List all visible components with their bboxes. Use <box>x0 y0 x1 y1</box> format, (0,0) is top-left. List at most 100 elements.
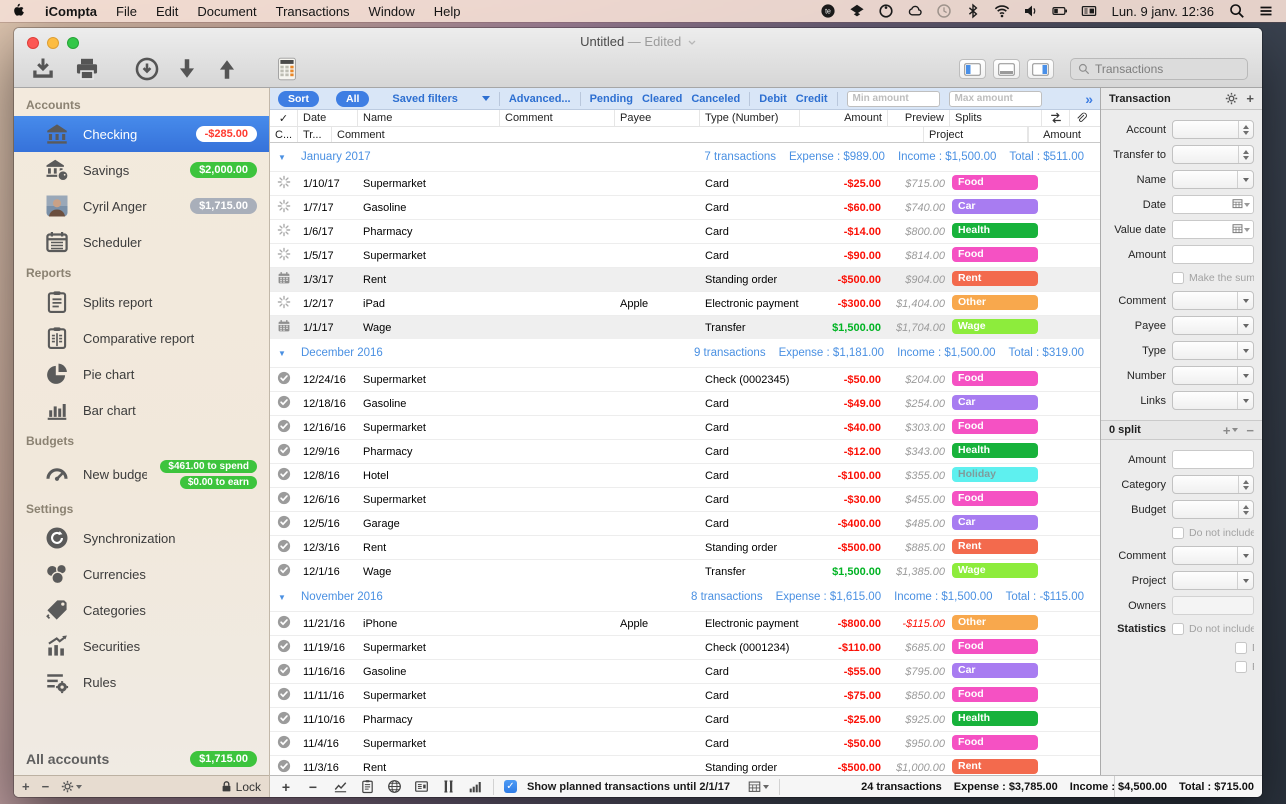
planned-date-picker[interactable] <box>748 780 769 793</box>
do-not-include-w-checkbox[interactable] <box>1235 642 1247 654</box>
month-header-january-2017[interactable]: ▼January 20177 transactionsExpense : $98… <box>270 143 1100 171</box>
print-button[interactable] <box>74 56 100 82</box>
bluetooth-icon[interactable] <box>965 3 981 19</box>
move-up-button[interactable] <box>214 56 240 82</box>
make-the-sum-of-checkbox[interactable] <box>1172 272 1184 284</box>
globe-button[interactable] <box>386 779 402 795</box>
transaction-row[interactable]: 11/10/16PharmacyCard-$25.00$925.00Health <box>270 707 1100 731</box>
notification-center-icon[interactable] <box>1258 3 1274 19</box>
transaction-row[interactable]: 1/2/17iPadAppleElectronic payment-$300.0… <box>270 291 1100 315</box>
add-account-button[interactable]: + <box>22 779 30 794</box>
menu-item-file[interactable]: File <box>116 4 137 19</box>
calculator-button[interactable] <box>274 56 300 82</box>
column-preview[interactable]: Preview <box>888 110 950 126</box>
number-combo[interactable] <box>1172 366 1254 385</box>
transaction-row[interactable]: 12/1/16WageTransfer$1,500.00$1,385.00Wag… <box>270 559 1100 583</box>
import-button[interactable] <box>30 56 56 82</box>
menu-item-document[interactable]: Document <box>197 4 256 19</box>
value-date-field[interactable] <box>1172 220 1254 239</box>
disclosure-triangle-icon[interactable]: ▼ <box>278 153 288 162</box>
show-planned-checkbox[interactable]: ✓ <box>504 780 517 793</box>
download-transactions-button[interactable] <box>134 56 160 82</box>
app-circle-icon[interactable] <box>878 3 894 19</box>
min-amount-input[interactable] <box>847 91 940 107</box>
saved-filters-dropdown[interactable]: Saved filters <box>392 93 489 105</box>
filter-canceled-button[interactable]: Canceled <box>691 93 740 105</box>
menu-item-window[interactable]: Window <box>369 4 415 19</box>
transaction-row[interactable]: 11/4/16SupermarketCard-$50.00$950.00Food <box>270 731 1100 755</box>
transaction-row[interactable]: 12/6/16SupermarketCard-$30.00$455.00Food <box>270 487 1100 511</box>
name-combo[interactable] <box>1172 170 1254 189</box>
transaction-row[interactable]: 12/18/16GasolineCard-$49.00$254.00Car <box>270 391 1100 415</box>
column-type[interactable]: Type (Number) <box>700 110 800 126</box>
column-checked[interactable]: ✓ <box>270 110 298 126</box>
remove-account-button[interactable]: − <box>42 779 50 794</box>
column-name[interactable]: Name <box>358 110 500 126</box>
column-payee[interactable]: Payee <box>615 110 700 126</box>
menu-app-name[interactable]: iCompta <box>45 4 97 19</box>
budget-select[interactable] <box>1172 500 1254 519</box>
owners-field[interactable] <box>1172 596 1254 615</box>
column-date[interactable]: Date <box>298 110 358 126</box>
payee-combo[interactable] <box>1172 316 1254 335</box>
comment-combo[interactable] <box>1172 291 1254 310</box>
add-split-button[interactable]: + <box>1223 423 1239 438</box>
column-amount[interactable]: Amount <box>800 110 888 126</box>
transaction-row[interactable]: 12/3/16RentStanding order-$500.00$885.00… <box>270 535 1100 559</box>
spotlight-icon[interactable] <box>1229 3 1245 19</box>
columns-button[interactable] <box>440 779 456 795</box>
transaction-row[interactable]: 11/11/16SupermarketCard-$75.00$850.00Foo… <box>270 683 1100 707</box>
menu-item-help[interactable]: Help <box>434 4 461 19</box>
transaction-row[interactable]: 12/5/16GarageCard-$400.00$485.00Car <box>270 511 1100 535</box>
dropbox-icon[interactable] <box>849 3 865 19</box>
report-button[interactable] <box>359 779 375 795</box>
keyboard-icon[interactable] <box>1081 3 1097 19</box>
toggle-bottom-bar-button[interactable] <box>993 59 1020 79</box>
sidebar-item-new-budget[interactable]: New budget$461.00 to spend$0.00 to earn <box>14 452 269 496</box>
title-chevron-icon[interactable] <box>688 34 696 42</box>
battery-icon[interactable] <box>1052 3 1068 19</box>
do-not-include-in-checkbox[interactable] <box>1172 527 1184 539</box>
column-comment-sub[interactable]: Comment <box>332 127 923 142</box>
type-combo[interactable] <box>1172 341 1254 360</box>
calendar-picker-icon[interactable] <box>1232 198 1243 212</box>
menu-item-edit[interactable]: Edit <box>156 4 178 19</box>
move-down-button[interactable] <box>174 56 200 82</box>
transaction-row[interactable]: 11/21/16iPhoneAppleElectronic payment-$8… <box>270 611 1100 635</box>
transaction-row[interactable]: 1/5/17SupermarketCard-$90.00$814.00Food <box>270 243 1100 267</box>
amount-field[interactable] <box>1172 245 1254 264</box>
transfer-icon[interactable] <box>1042 110 1070 126</box>
lock-button[interactable]: Lock <box>220 780 261 794</box>
category-select[interactable] <box>1172 475 1254 494</box>
sidebar-item-splits-report[interactable]: Splits report <box>14 284 269 320</box>
search-input[interactable] <box>1095 62 1215 76</box>
transaction-row[interactable]: 11/3/16RentStanding order-$500.00$1,000.… <box>270 755 1100 775</box>
menu-item-transactions[interactable]: Transactions <box>276 4 350 19</box>
transaction-row[interactable]: 11/16/16GasolineCard-$55.00$795.00Car <box>270 659 1100 683</box>
sidebar-item-bar-chart[interactable]: Bar chart <box>14 392 269 428</box>
ledger-button[interactable] <box>413 779 429 795</box>
transaction-row[interactable]: 1/3/17RentStanding order-$500.00$904.00R… <box>270 267 1100 291</box>
project-combo[interactable] <box>1172 571 1254 590</box>
advanced-filter-button[interactable]: Advanced... <box>509 93 571 105</box>
time-machine-icon[interactable] <box>936 3 952 19</box>
filter-cleared-button[interactable]: Cleared <box>642 93 682 105</box>
menu-clock[interactable]: Lun. 9 janv. 12:36 <box>1112 4 1214 19</box>
chart-button[interactable] <box>332 779 348 795</box>
transfer-to-select[interactable] <box>1172 145 1254 164</box>
sidebar-item-savings[interactable]: Savings$2,000.00 <box>14 152 269 188</box>
toggle-left-sidebar-button[interactable] <box>959 59 986 79</box>
wifi-icon[interactable] <box>994 3 1010 19</box>
filter-all-button[interactable]: All <box>336 91 369 107</box>
sidebar-item-categories[interactable]: Categories <box>14 592 269 628</box>
filter-credit-button[interactable]: Credit <box>796 93 828 105</box>
transaction-row[interactable]: 12/9/16PharmacyCard-$12.00$343.00Health <box>270 439 1100 463</box>
sidebar-action-menu-button[interactable] <box>61 780 82 793</box>
links-combo[interactable] <box>1172 391 1254 410</box>
filter-pending-button[interactable]: Pending <box>590 93 633 105</box>
comment-combo[interactable] <box>1172 546 1254 565</box>
filter-debit-button[interactable]: Debit <box>759 93 787 105</box>
column-splits[interactable]: Splits <box>950 110 1042 126</box>
transaction-row[interactable]: 1/10/17SupermarketCard-$25.00$715.00Food <box>270 171 1100 195</box>
sidebar-item-rules[interactable]: Rules <box>14 664 269 700</box>
